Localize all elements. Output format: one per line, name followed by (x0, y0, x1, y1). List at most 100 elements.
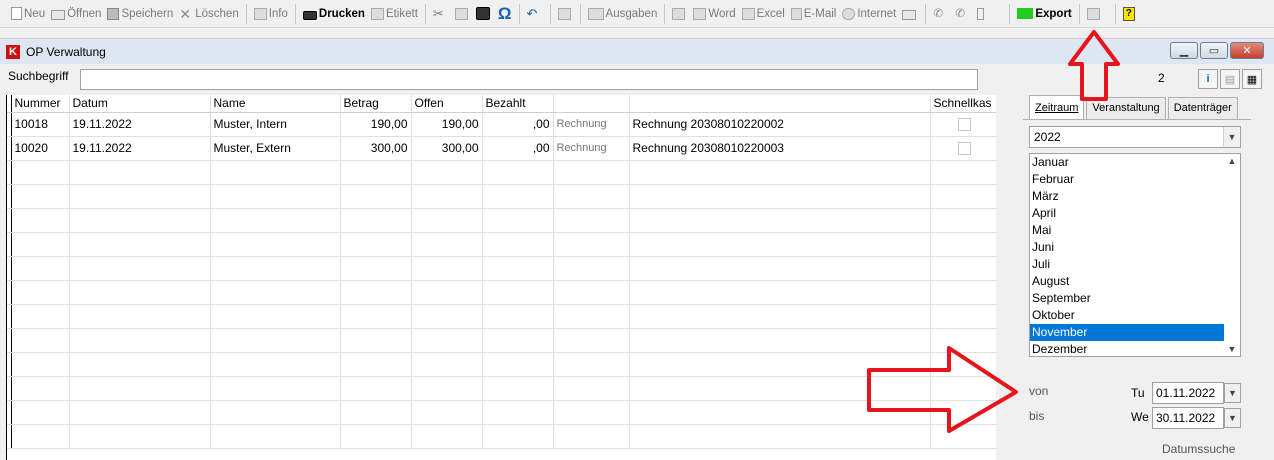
cell-beschreibung[interactable]: Rechnung 20308010220003 (629, 136, 931, 161)
settings-button[interactable] (669, 2, 690, 26)
table-row[interactable]: 10020 19.11.2022 Muster, Extern 300,00 3… (7, 136, 996, 161)
delete-button[interactable]: ✕ Löschen (176, 2, 241, 26)
von-date-input[interactable]: 01.11.2022 (1152, 382, 1224, 404)
info-circle-button[interactable]: i (1198, 69, 1218, 89)
cell-name[interactable]: Muster, Intern (210, 112, 341, 137)
help-button[interactable]: ? (1120, 2, 1140, 26)
month-item[interactable]: Juli (1030, 256, 1225, 273)
empty-cell (340, 184, 412, 209)
month-item[interactable]: August (1030, 273, 1225, 290)
cell-offen[interactable]: 190,00 (411, 112, 483, 137)
phone-2-button[interactable]: ✆ (952, 2, 974, 26)
close-button[interactable]: ✕ (1230, 42, 1264, 59)
von-weekday: Tu (1131, 386, 1145, 400)
save-button[interactable]: Speichern (104, 2, 176, 26)
properties-small-button[interactable]: ▦ (1242, 69, 1262, 89)
maximize-button[interactable]: ▭ (1200, 42, 1228, 59)
tab-datentraeger-label: Datenträger (1173, 102, 1232, 114)
open-label: Öffnen (67, 7, 102, 20)
column-header[interactable]: Schnellkas (930, 95, 996, 113)
properties-button[interactable] (1084, 2, 1105, 26)
open-button[interactable]: Öffnen (48, 2, 104, 26)
empty-cell (69, 256, 211, 281)
mobile-button[interactable] (974, 2, 989, 26)
schnellkasse-checkbox[interactable] (957, 118, 971, 132)
tab-datentraeger[interactable]: Datenträger (1167, 97, 1238, 119)
date-search-button[interactable]: Datumssuche (1162, 442, 1235, 456)
empty-cell (411, 232, 483, 257)
window-titlebar[interactable]: K OP Verwaltung ▁ ▭ ✕ (0, 39, 1274, 64)
column-header[interactable]: Datum (69, 95, 211, 113)
month-item[interactable]: Januar (1030, 154, 1225, 171)
tab-veranstaltung[interactable]: Veranstaltung (1086, 97, 1166, 119)
splitter[interactable] (996, 95, 1016, 460)
schnellkasse-checkbox[interactable] (957, 142, 971, 156)
month-item[interactable]: Mai (1030, 222, 1225, 239)
cell-nummer[interactable]: 10020 (11, 136, 70, 161)
cell-datum[interactable]: 19.11.2022 (69, 136, 211, 161)
table-row[interactable]: 10018 19.11.2022 Muster, Intern 190,00 1… (7, 112, 996, 137)
internet-button[interactable]: Internet (839, 2, 899, 26)
month-item[interactable]: Dezember (1030, 341, 1225, 358)
month-item[interactable]: Oktober (1030, 307, 1225, 324)
column-header[interactable] (553, 95, 630, 113)
calendar-dropdown-icon[interactable]: ▼ (1224, 408, 1241, 428)
chevron-down-icon[interactable]: ▼ (1223, 127, 1240, 147)
column-header[interactable]: Name (210, 95, 341, 113)
cell-nummer[interactable]: 10018 (11, 112, 70, 137)
email-button[interactable]: E-Mail (788, 2, 840, 26)
output-button[interactable]: Ausgaben (585, 2, 661, 26)
column-header[interactable]: Offen (411, 95, 483, 113)
chevron-down-icon[interactable]: ▼ (1224, 342, 1240, 356)
cell-name[interactable]: Muster, Extern (210, 136, 341, 161)
empty-cell (482, 400, 554, 425)
cell-offen[interactable]: 300,00 (411, 136, 483, 161)
cell-datum[interactable]: 19.11.2022 (69, 112, 211, 137)
export-button[interactable]: Export (1014, 2, 1074, 26)
column-header[interactable] (629, 95, 931, 113)
column-header[interactable]: Bezahlt (482, 95, 554, 113)
cut-button[interactable]: ✂ (430, 2, 452, 26)
month-item[interactable]: November (1030, 324, 1225, 341)
month-item[interactable]: März (1030, 188, 1225, 205)
info-button[interactable]: Info (251, 2, 291, 26)
search-input[interactable] (80, 69, 978, 90)
chevron-up-icon[interactable]: ▲ (1224, 154, 1240, 168)
cell-typ[interactable]: Rechnung (553, 136, 630, 161)
cell-bezahlt[interactable]: ,00 (482, 136, 554, 161)
cell-betrag[interactable]: 300,00 (340, 136, 412, 161)
paste-button[interactable] (473, 2, 495, 26)
year-select[interactable]: 2022 ▼ (1029, 126, 1241, 148)
minimize-button[interactable]: ▁ (1170, 42, 1198, 59)
undo-button[interactable]: ↶ (524, 2, 546, 26)
month-item[interactable]: Juni (1030, 239, 1225, 256)
cell-betrag[interactable]: 190,00 (340, 112, 412, 137)
folder-button[interactable] (899, 2, 921, 26)
bis-date-input[interactable]: 30.11.2022 (1152, 407, 1224, 429)
cell-bezahlt[interactable]: ,00 (482, 112, 554, 137)
grid-button[interactable] (555, 2, 576, 26)
special-char-button[interactable]: Ω (495, 2, 515, 26)
empty-row (7, 328, 996, 353)
month-item[interactable]: Februar (1030, 171, 1225, 188)
print-button[interactable]: Drucken (300, 2, 368, 26)
label-button[interactable]: Etikett (368, 2, 421, 26)
word-button[interactable]: Word (690, 2, 738, 26)
tab-zeitraum[interactable]: Zeitraum (1029, 95, 1085, 120)
filter-button[interactable]: ▤ (1220, 69, 1240, 89)
month-list[interactable]: Januar Februar März April Mai Juni Juli August S… (1029, 153, 1241, 357)
new-button[interactable]: Neu (8, 2, 48, 26)
phone-button[interactable]: ✆ (930, 2, 952, 26)
cell-beschreibung[interactable]: Rechnung 20308010220002 (629, 112, 931, 137)
calendar-dropdown-icon[interactable]: ▼ (1224, 383, 1241, 403)
empty-cell (340, 352, 412, 377)
delete-x-icon: ✕ (179, 5, 191, 22)
month-item[interactable]: April (1030, 205, 1225, 222)
excel-button[interactable]: Excel (739, 2, 788, 26)
cell-typ[interactable]: Rechnung (553, 112, 630, 137)
column-header[interactable]: Betrag (340, 95, 412, 113)
month-item[interactable]: September (1030, 290, 1225, 307)
month-scrollbar[interactable]: ▲ ▼ (1224, 154, 1240, 356)
column-header[interactable]: Nummer (11, 95, 70, 113)
copy-button[interactable] (452, 2, 473, 26)
